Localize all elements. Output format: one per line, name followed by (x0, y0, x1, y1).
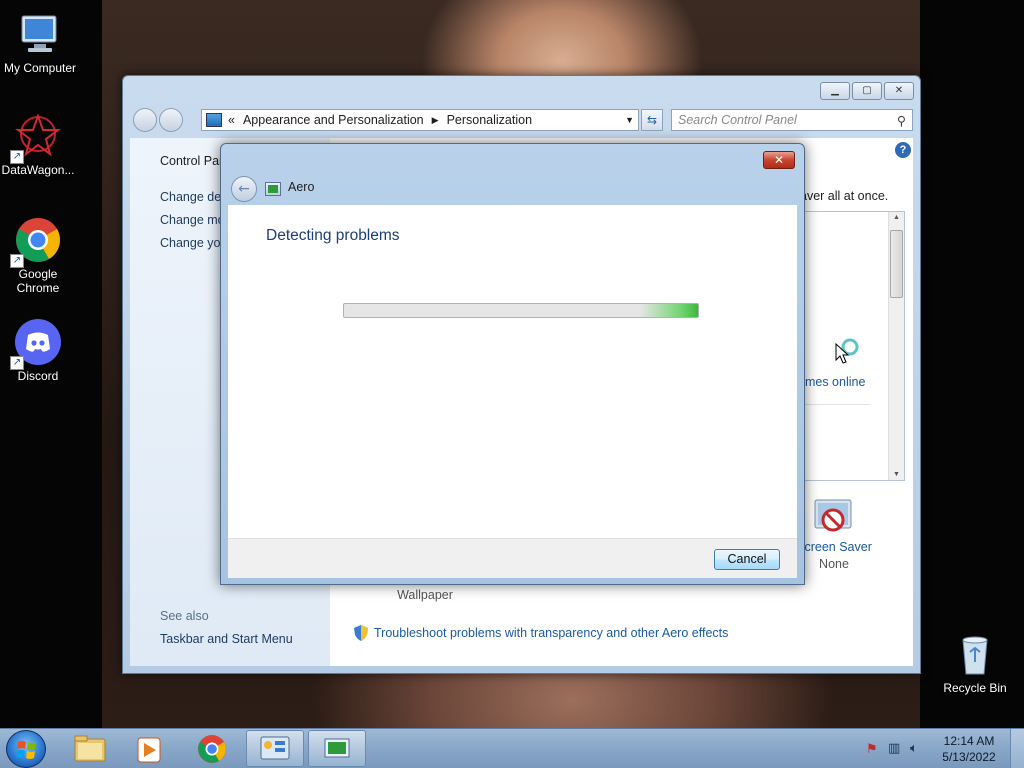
troubleshoot-aero-link[interactable]: Troubleshoot problems with transparency … (354, 625, 728, 641)
option-label: Screen Saver (796, 540, 872, 554)
search-icon: ⚲ (896, 114, 906, 128)
recycle-bin-icon (951, 630, 999, 678)
divider (800, 404, 870, 405)
troubleshoot-link-text: Troubleshoot problems with transparency … (374, 626, 729, 640)
breadcrumb-separator-icon: ▶ (431, 114, 439, 125)
start-button[interactable] (6, 730, 46, 768)
aero-troubleshooter-dialog: ✕ ← Aero Detecting problems Cancel (220, 143, 805, 585)
close-button[interactable]: ✕ (763, 151, 795, 169)
desktop-icon-label: Google Chrome (16, 267, 60, 295)
aero-icon (265, 182, 281, 196)
refresh-icon[interactable]: ⇆ (641, 109, 663, 131)
shortcut-arrow-icon: ↗ (10, 150, 24, 164)
breadcrumb-appearance[interactable]: Appearance and Personalization (243, 113, 424, 127)
notification-area: ⚑ ▥ 🔈︎ 12:14 AM 5/13/2022 (854, 729, 1024, 768)
desktop-icon-recycle-bin[interactable]: Recycle Bin (935, 630, 1015, 695)
clock-date: 5/13/2022 (942, 750, 996, 764)
control-panel-icon (260, 736, 290, 760)
sidebar-link-1[interactable]: Change des (160, 190, 227, 204)
desktop-icon-my-computer[interactable]: My Computer (0, 10, 80, 75)
discord-icon: ↗ (10, 318, 62, 370)
search-placeholder: Search Control Panel (678, 113, 797, 127)
media-player-icon (137, 737, 161, 763)
address-row: « Appearance and Personalization ▶ Perso… (131, 106, 913, 134)
minimize-button[interactable]: ▁ (820, 82, 850, 100)
screen-saver-icon (811, 498, 857, 540)
aero-icon (324, 738, 350, 758)
dialog-content: Detecting problems (228, 205, 797, 538)
dialog-title: Aero (288, 180, 315, 194)
control-panel-icon (206, 113, 222, 127)
intro-text-fragment: aver all at once. (800, 189, 889, 203)
taskbar-chrome-button[interactable] (183, 730, 241, 767)
breadcrumb-prefix: « (228, 113, 235, 127)
screen-saver-option[interactable]: Screen Saver None (794, 498, 874, 571)
sidebar-link-3[interactable]: Change you (160, 236, 227, 250)
control-panel-home-link[interactable]: Control Pan (160, 154, 226, 168)
chrome-icon: ↗ (10, 216, 62, 268)
chevron-down-icon[interactable]: ▼ (625, 115, 634, 125)
folder-icon (74, 735, 106, 762)
clock[interactable]: 12:14 AM 5/13/2022 (938, 733, 1000, 765)
progress-marquee (640, 304, 698, 317)
see-also-heading: See also (160, 609, 209, 623)
back-button[interactable] (133, 108, 157, 132)
search-input[interactable]: Search Control Panel ⚲ (671, 109, 913, 131)
option-sub: Wallpaper (397, 588, 453, 602)
mouse-cursor-icon (834, 338, 864, 366)
windows-logo-icon (16, 741, 36, 759)
scroll-down-icon[interactable]: ▼ (893, 471, 900, 478)
forward-button[interactable] (159, 108, 183, 132)
dialog-footer: Cancel (228, 538, 797, 578)
option-sub: None (819, 557, 849, 571)
sidebar-link-2[interactable]: Change mo (160, 213, 225, 227)
desktop-icon-datawagon[interactable]: ↗ DataWagon... (0, 112, 78, 177)
dialog-heading: Detecting problems (266, 227, 400, 244)
scroll-up-icon[interactable]: ▲ (893, 214, 900, 221)
show-desktop-button[interactable] (1010, 729, 1024, 768)
cancel-button[interactable]: Cancel (714, 549, 780, 570)
progress-bar (343, 303, 699, 318)
taskbar-control-panel-button[interactable] (246, 730, 304, 767)
network-icon[interactable]: ▥ (888, 741, 900, 756)
action-center-icon[interactable]: ⚑ (866, 742, 878, 757)
address-bar[interactable]: « Appearance and Personalization ▶ Perso… (201, 109, 639, 131)
window-caption-buttons: ▁ ▢ ✕ (820, 82, 914, 100)
shortcut-arrow-icon: ↗ (10, 356, 24, 370)
shortcut-arrow-icon: ↗ (10, 254, 24, 268)
maximize-button[interactable]: ▢ (852, 82, 882, 100)
back-arrow-icon[interactable]: ← (231, 176, 257, 202)
desktop-icon-label: Discord (17, 369, 59, 383)
themes-scrollbar[interactable]: ▲ ▼ (888, 212, 904, 480)
volume-icon[interactable]: 🔈︎ (910, 741, 918, 756)
scroll-thumb[interactable] (890, 230, 903, 298)
datawagon-logo-icon: ↗ (10, 112, 62, 164)
help-icon[interactable]: ? (895, 142, 911, 158)
get-more-themes-online-link[interactable]: emes online (798, 375, 865, 389)
chrome-icon (198, 735, 226, 763)
taskbar-media-player-button[interactable] (120, 730, 178, 767)
desktop-icon-label: Recycle Bin (943, 681, 1007, 695)
taskbar: ⚑ ▥ 🔈︎ 12:14 AM 5/13/2022 (0, 728, 1024, 768)
shield-icon (354, 625, 368, 641)
desktop-icon-label: DataWagon... (1, 163, 75, 177)
taskbar-start-menu-link[interactable]: Taskbar and Start Menu (160, 632, 293, 646)
clock-time: 12:14 AM (943, 734, 995, 748)
dialog-header: ← Aero (229, 174, 798, 206)
breadcrumb-personalization[interactable]: Personalization (447, 113, 532, 127)
desktop-icon-discord[interactable]: ↗ Discord (0, 318, 78, 383)
computer-icon (16, 10, 64, 58)
desktop-icon-google-chrome[interactable]: ↗ Google Chrome (0, 216, 78, 295)
taskbar-aero-troubleshooter-button[interactable] (308, 730, 366, 767)
close-button[interactable]: ✕ (884, 82, 914, 100)
taskbar-explorer-button[interactable] (60, 730, 118, 767)
desktop-icon-label: My Computer (3, 61, 77, 75)
